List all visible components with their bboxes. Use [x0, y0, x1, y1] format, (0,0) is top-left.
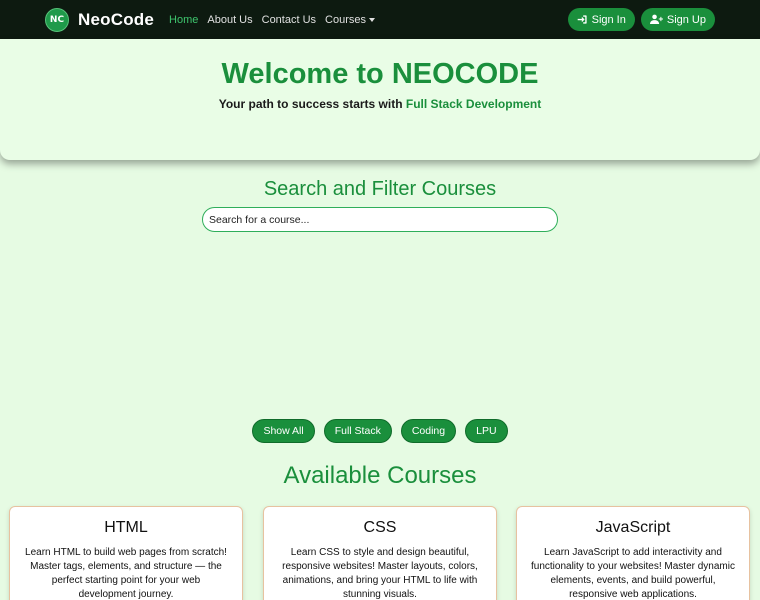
filter-coding-button[interactable]: Coding	[400, 419, 457, 443]
nav-link-courses-label: Courses	[325, 13, 367, 26]
course-card-html[interactable]: HTML Learn HTML to build web pages from …	[9, 506, 243, 600]
course-card-title: JavaScript	[595, 519, 671, 536]
nav-dropdown-courses[interactable]: Courses	[325, 13, 376, 26]
sign-in-icon	[577, 15, 587, 24]
hero-subtitle-highlight: Full Stack Development	[405, 97, 542, 111]
course-card-description: Learn CSS to style and design beautiful,…	[282, 547, 478, 600]
filter-full-stack-button[interactable]: Full Stack	[323, 419, 392, 443]
nav-links: Home About Us Contact Us Courses	[169, 14, 384, 26]
course-card-title: CSS	[363, 519, 397, 536]
sign-in-label: Sign In	[591, 13, 626, 26]
hero-subtitle-prefix: Your path to success starts with	[218, 97, 406, 111]
course-card-javascript[interactable]: JavaScript Learn JavaScript to add inter…	[516, 506, 750, 600]
nav-link-home[interactable]: Home	[169, 14, 198, 26]
hero-section: Welcome to NEOCODE Your path to success …	[0, 39, 760, 160]
sign-up-label: Sign Up	[666, 13, 706, 26]
caret-down-icon	[369, 17, 376, 22]
logo-icon: NC	[45, 7, 69, 32]
course-card-css[interactable]: CSS Learn CSS to style and design beauti…	[263, 506, 497, 600]
nav-link-contact[interactable]: Contact Us	[262, 14, 316, 26]
filter-buttons: Show All Full Stack Coding LPU	[0, 419, 760, 443]
course-card-description: Learn HTML to build web pages from scrat…	[25, 547, 227, 600]
hero-title: Welcome to NEOCODE	[221, 58, 539, 90]
course-card-title: HTML	[104, 519, 148, 536]
nav-link-about[interactable]: About Us	[207, 14, 252, 26]
user-plus-icon	[649, 14, 663, 25]
courses-section-title: Available Courses	[283, 462, 477, 489]
sign-in-button[interactable]: Sign In	[567, 8, 635, 31]
hero-subtitle: Your path to success starts with Full St…	[0, 97, 760, 111]
brand-name: NeoCode	[78, 9, 155, 29]
auth-buttons: Sign In Sign Up	[567, 8, 715, 31]
search-input[interactable]	[202, 207, 558, 232]
search-section-title: Search and Filter Courses	[263, 178, 497, 200]
course-card-description: Learn JavaScript to add interactivity an…	[531, 547, 735, 600]
filter-lpu-button[interactable]: LPU	[465, 419, 508, 443]
filter-show-all-button[interactable]: Show All	[252, 419, 315, 443]
brand[interactable]: NC NeoCode	[45, 7, 155, 32]
sign-up-button[interactable]: Sign Up	[640, 8, 715, 31]
navbar: NC NeoCode Home About Us Contact Us Cour…	[0, 0, 760, 39]
